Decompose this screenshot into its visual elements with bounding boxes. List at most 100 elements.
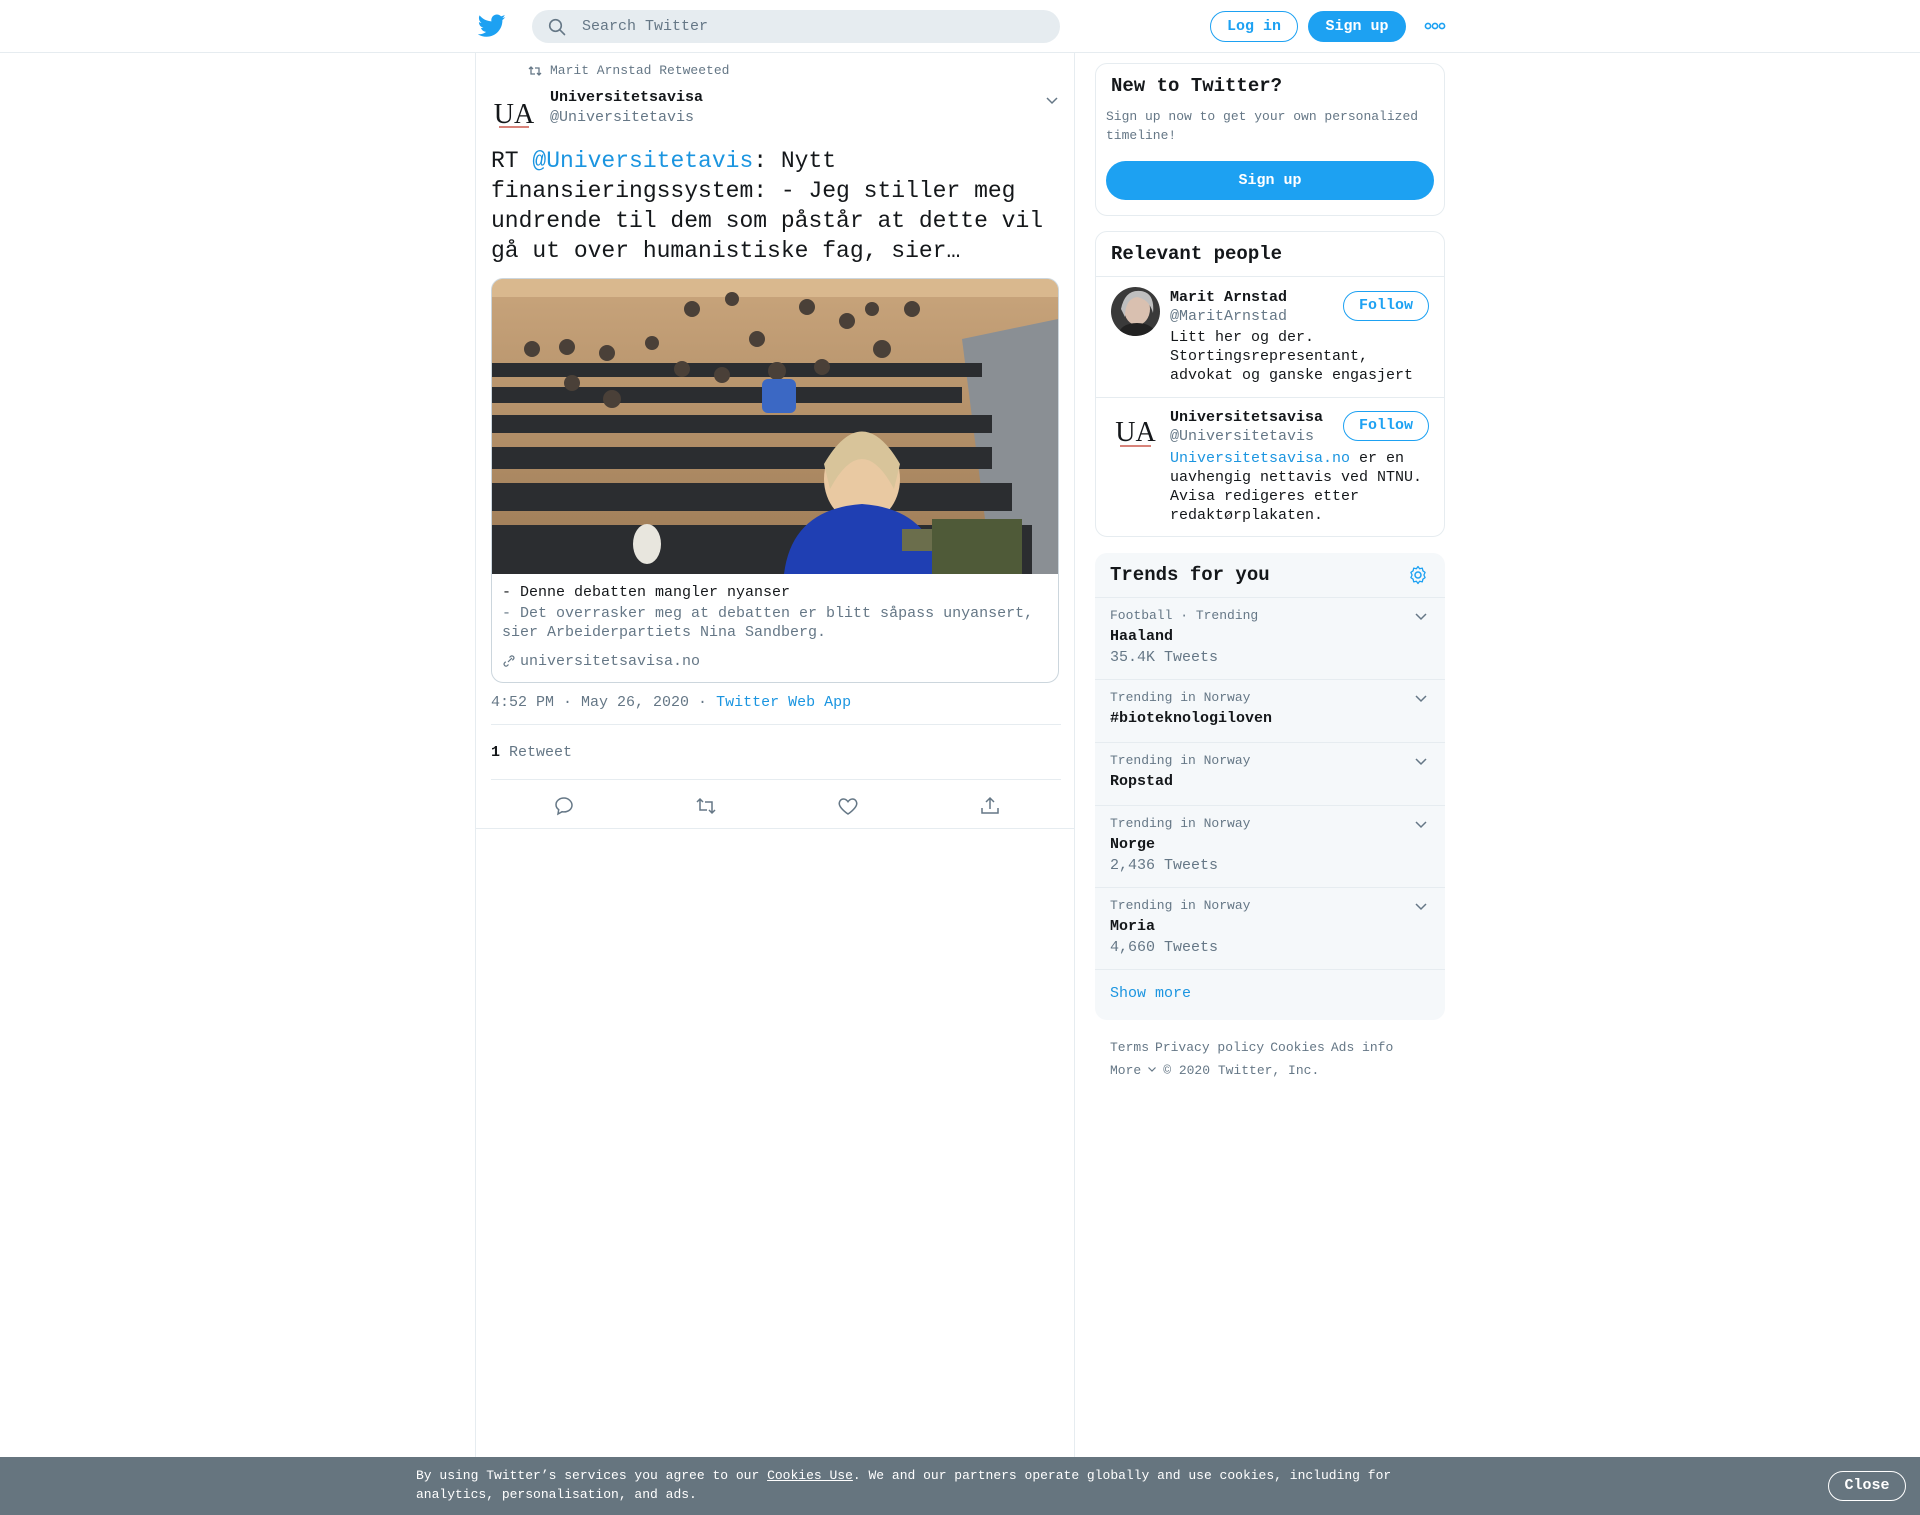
share-icon[interactable]: [978, 794, 1002, 818]
chevron-down-icon[interactable]: [1413, 816, 1429, 832]
new-to-twitter-panel: New to Twitter? Sign up now to get your …: [1095, 63, 1445, 216]
trend-context: Trending in Norway: [1110, 753, 1251, 768]
footer-links: Terms Privacy policy Cookies Ads info More ©…: [1110, 1036, 1440, 1082]
footer-terms-link[interactable]: Terms: [1110, 1040, 1149, 1055]
trend-count: 35.4K Tweets: [1110, 649, 1219, 666]
retweet-stats[interactable]: 1 Retweet: [491, 743, 572, 763]
avatar-lettering: UA: [494, 99, 535, 130]
meta-separator: ·: [689, 694, 717, 711]
show-more-link[interactable]: Show more: [1110, 984, 1191, 1004]
trend-count: 4,660 Tweets: [1110, 939, 1219, 956]
tweet-actions-bar: [491, 784, 1061, 828]
retweet-count: 1: [491, 744, 501, 761]
footer-copyright: © 2020 Twitter, Inc.: [1163, 1063, 1320, 1078]
footer-ads-info-link[interactable]: Ads info: [1331, 1040, 1393, 1055]
footer-cookies-link[interactable]: Cookies: [1270, 1040, 1325, 1055]
card-description: - Det overrasker meg at debatten er blit…: [502, 605, 1034, 641]
person-handle[interactable]: @MaritArnstad: [1170, 307, 1287, 326]
author-avatar[interactable]: UA: [491, 91, 537, 137]
mention-link[interactable]: @Universitetavis: [532, 148, 753, 174]
trend-item[interactable]: Football · Trending Haaland 35.4K Tweets: [1095, 598, 1445, 680]
search-input[interactable]: [582, 10, 1042, 43]
link-preview-card[interactable]: - Denne debatten mangler nyanser - Det o…: [491, 278, 1059, 683]
top-navigation-bar: Log in Sign up: [0, 0, 1920, 53]
close-button[interactable]: Close: [1828, 1471, 1906, 1501]
trends-title: Trends for you: [1110, 564, 1270, 586]
tweet-text-prefix: RT: [491, 148, 533, 174]
search-bar[interactable]: [532, 10, 1060, 43]
source-app-link[interactable]: Twitter Web App: [716, 694, 851, 711]
divider: [491, 779, 1061, 780]
person-handle[interactable]: @Universitetavis: [1170, 427, 1314, 446]
reply-icon[interactable]: [552, 794, 576, 818]
tweet-metadata: 4:52 PM · May 26, 2020 · Twitter Web App: [491, 693, 851, 713]
bio-link[interactable]: Universitetsavisa.no: [1170, 450, 1350, 467]
trends-panel: Trends for you Football · Trending Haala…: [1095, 553, 1445, 1020]
gear-icon[interactable]: [1408, 565, 1428, 585]
chevron-down-icon[interactable]: [1413, 690, 1429, 706]
sidebar-sign-up-button[interactable]: Sign up: [1106, 161, 1434, 200]
footer-more-menu[interactable]: More: [1110, 1063, 1157, 1078]
divider: [1096, 397, 1444, 398]
search-icon: [548, 18, 566, 36]
universitetsavisa-logo: UA: [494, 99, 535, 130]
cookie-text-before: By using Twitter’s services you agree to…: [416, 1468, 768, 1483]
author-handle[interactable]: @Universitetavis: [550, 108, 694, 128]
cookies-use-link[interactable]: Cookies Use: [767, 1468, 853, 1483]
follow-button[interactable]: Follow: [1343, 291, 1429, 321]
portrait-marit-arnstad: [1111, 287, 1160, 336]
sign-up-button[interactable]: Sign up: [1308, 11, 1406, 42]
trend-name: Moria: [1110, 918, 1156, 935]
chevron-down-icon[interactable]: [1413, 608, 1429, 624]
universitetsavisa-logo: UA: [1111, 408, 1160, 457]
relevant-people-panel: Relevant people Marit Arnstad @MaritArns…: [1095, 231, 1445, 537]
footer-more-label: More: [1110, 1063, 1142, 1078]
more-options-icon[interactable]: [1424, 20, 1446, 32]
trend-item[interactable]: Trending in Norway Norge 2,436 Tweets: [1095, 806, 1445, 888]
like-heart-icon[interactable]: [836, 794, 860, 818]
retweet-context-label: Marit Arnstad Retweeted: [550, 63, 730, 78]
chevron-down-icon: [1148, 1067, 1157, 1072]
retweet-icon: [528, 66, 542, 76]
trend-name: Haaland: [1110, 628, 1174, 645]
card-title: - Denne debatten mangler nyanser: [502, 584, 791, 601]
chevron-down-icon[interactable]: [1413, 753, 1429, 769]
chevron-down-icon[interactable]: [1413, 898, 1429, 914]
twitter-bird-icon[interactable]: [478, 14, 506, 38]
link-icon: [503, 655, 515, 667]
new-to-twitter-title: New to Twitter?: [1111, 75, 1283, 97]
tweet-detail-column: Marit Arnstad Retweeted UA Universitetsa…: [475, 53, 1075, 1457]
card-domain-text: universitetsavisa.no: [520, 653, 701, 670]
trend-context: Trending in Norway: [1110, 816, 1251, 831]
retweet-action-icon[interactable]: [694, 794, 718, 818]
divider: [491, 724, 1061, 725]
chevron-down-icon[interactable]: [1043, 91, 1061, 109]
divider: [476, 828, 1074, 829]
cookie-consent-text: By using Twitter’s services you agree to…: [416, 1466, 1416, 1504]
avatar-lettering: UA: [1115, 417, 1156, 448]
follow-button[interactable]: Follow: [1343, 411, 1429, 441]
trend-item[interactable]: Trending in Norway Ropstad: [1095, 743, 1445, 806]
footer-privacy-link[interactable]: Privacy policy: [1155, 1040, 1264, 1055]
trend-item[interactable]: Trending in Norway #bioteknologiloven: [1095, 680, 1445, 743]
trend-name: #bioteknologiloven: [1110, 710, 1273, 727]
trend-name: Norge: [1110, 836, 1156, 853]
avatar[interactable]: UA: [1111, 408, 1160, 457]
log-in-button[interactable]: Log in: [1210, 11, 1298, 42]
trends-header: Trends for you: [1095, 553, 1445, 598]
person-bio: Litt her og der. Stortingsrepresentant, …: [1170, 329, 1414, 384]
card-photo: [492, 279, 1058, 574]
trend-name: Ropstad: [1110, 773, 1174, 790]
person-name[interactable]: Universitetsavisa: [1170, 408, 1323, 427]
author-name[interactable]: Universitetsavisa: [550, 88, 703, 108]
tweet-text: RT @Universitetavis: Nytt finansieringss…: [491, 146, 1061, 266]
trend-context: Football · Trending: [1110, 608, 1259, 623]
trend-item[interactable]: Trending in Norway Moria 4,660 Tweets: [1095, 888, 1445, 970]
trend-context: Trending in Norway: [1110, 690, 1251, 705]
person-name[interactable]: Marit Arnstad: [1170, 288, 1287, 307]
avatar[interactable]: [1111, 287, 1160, 336]
cookie-consent-banner: By using Twitter’s services you agree to…: [0, 1457, 1920, 1515]
relevant-people-title: Relevant people: [1111, 243, 1283, 265]
trend-context: Trending in Norway: [1110, 898, 1251, 913]
tweet-timestamp[interactable]: 4:52 PM · May 26, 2020: [491, 694, 689, 711]
